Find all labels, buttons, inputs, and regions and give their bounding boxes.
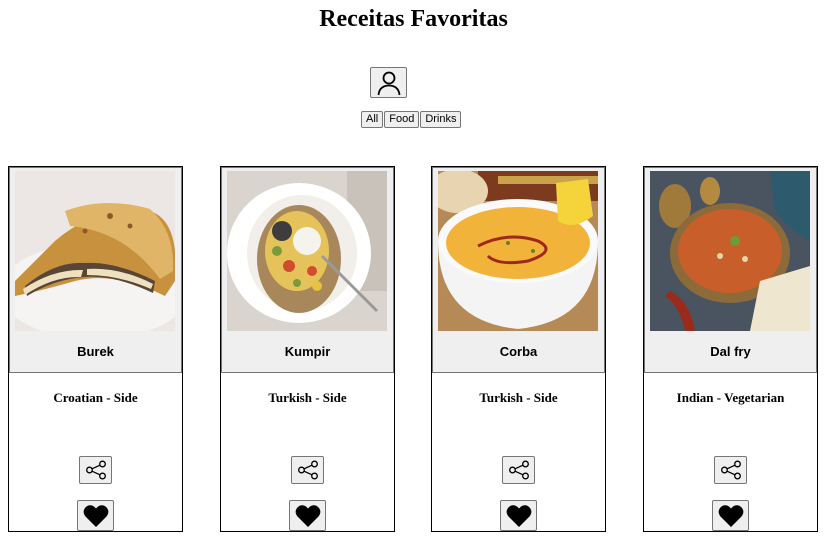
recipe-category: Croatian - Side	[53, 390, 138, 405]
recipe-name: Dal fry	[710, 344, 751, 359]
recipe-card: Dal fry Indian - Vegetarian	[643, 166, 818, 532]
recipe-image	[438, 171, 598, 331]
share-icon	[508, 460, 529, 480]
category-filters: All Food Drinks	[361, 111, 462, 128]
recipe-category: Turkish - Side	[268, 390, 347, 405]
user-icon	[377, 71, 400, 95]
favorite-button[interactable]	[500, 500, 537, 531]
recipe-category: Turkish - Side	[479, 390, 558, 405]
share-icon	[85, 460, 106, 480]
recipe-name: Kumpir	[284, 344, 331, 359]
recipe-card: Kumpir Turkish - Side	[220, 166, 395, 532]
recipe-link[interactable]: Dal fry	[644, 167, 817, 373]
share-button[interactable]	[714, 456, 747, 484]
recipe-card: Burek Croatian - Side	[8, 166, 183, 532]
share-button[interactable]	[79, 456, 112, 484]
recipe-image	[650, 171, 810, 331]
share-button[interactable]	[502, 456, 535, 484]
filter-all-button[interactable]: All	[361, 111, 384, 128]
heart-icon	[718, 504, 743, 527]
recipe-link[interactable]: Corba	[432, 167, 605, 373]
recipe-image	[15, 171, 175, 331]
favorite-button[interactable]	[77, 500, 114, 531]
recipe-name: Corba	[499, 344, 538, 359]
filter-food-button[interactable]: Food	[384, 111, 420, 128]
recipe-link[interactable]: Burek	[9, 167, 182, 373]
heart-icon	[83, 504, 108, 527]
favorite-button[interactable]	[289, 500, 326, 531]
page-title: Receitas Favoritas	[319, 6, 508, 32]
share-button[interactable]	[291, 456, 324, 484]
share-icon	[297, 460, 318, 480]
filter-drinks-button[interactable]: Drinks	[420, 111, 462, 128]
heart-icon	[506, 504, 531, 527]
recipe-name: Burek	[77, 344, 114, 359]
recipe-link[interactable]: Kumpir	[221, 167, 394, 373]
recipe-category: Indian - Vegetarian	[676, 390, 785, 405]
favorite-button[interactable]	[712, 500, 749, 531]
recipe-image	[227, 171, 387, 331]
recipe-card: Corba Turkish - Side	[431, 166, 606, 532]
heart-icon	[295, 504, 320, 527]
share-icon	[720, 460, 741, 480]
profile-button[interactable]	[370, 67, 407, 98]
